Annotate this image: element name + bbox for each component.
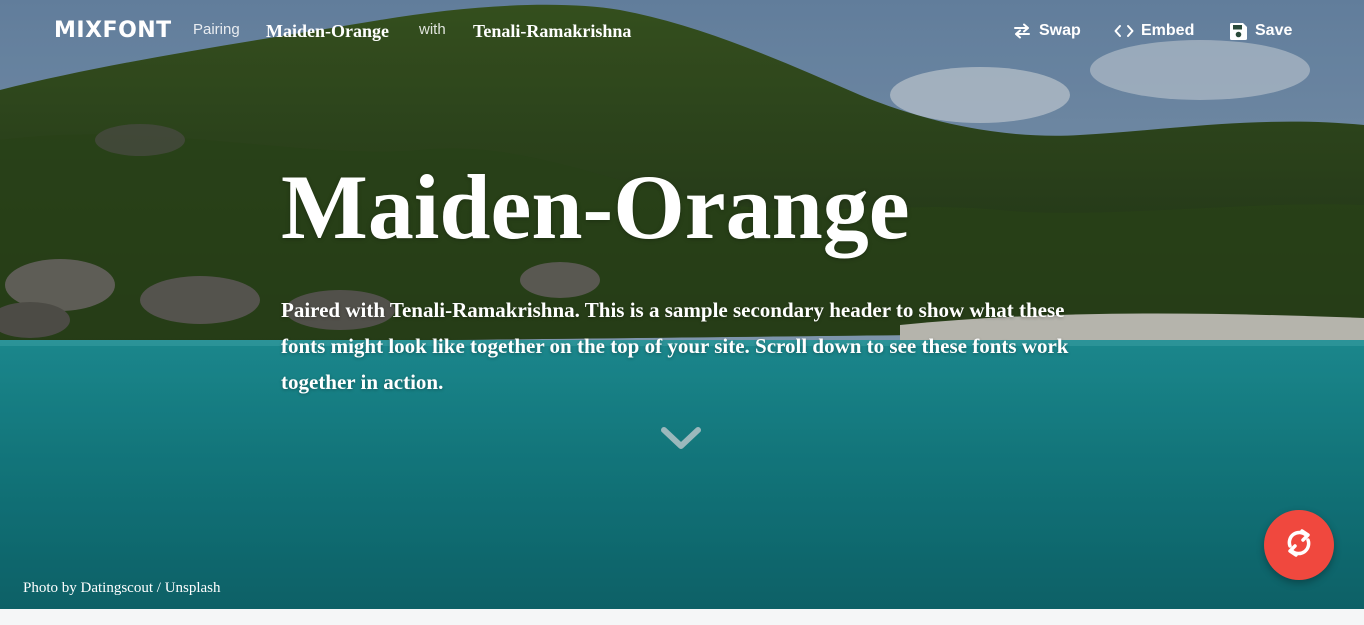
save-button-label: Save: [1255, 22, 1293, 39]
hero-section: MIXFONT Pairing Maiden-Orange with Tenal…: [0, 0, 1364, 609]
swap-button-label: Swap: [1039, 22, 1081, 39]
photo-credit: Photo by Datingscout / Unsplash: [23, 580, 221, 597]
secondary-font-link[interactable]: Tenali-Ramakrishna: [473, 21, 631, 42]
swap-button[interactable]: Swap: [1012, 19, 1081, 43]
embed-button[interactable]: Embed: [1114, 19, 1194, 43]
refresh-icon: [1282, 526, 1316, 565]
photographer-link[interactable]: Datingscout: [81, 580, 154, 596]
chevron-down-icon: [660, 427, 702, 458]
swap-arrows-icon: [1012, 23, 1032, 39]
with-label: with: [419, 21, 446, 38]
scroll-down-button[interactable]: [660, 424, 702, 454]
mixfont-logo[interactable]: MIXFONT: [54, 18, 172, 43]
shuffle-fonts-button[interactable]: [1264, 510, 1334, 580]
hero-headline: Maiden-Orange: [281, 156, 910, 258]
top-navigation: MIXFONT Pairing Maiden-Orange with Tenal…: [0, 0, 1364, 62]
unsplash-link[interactable]: Unsplash: [165, 580, 221, 596]
primary-font-link[interactable]: Maiden-Orange: [266, 21, 389, 42]
credit-prefix: Photo by: [23, 580, 77, 596]
pairing-label: Pairing: [193, 21, 240, 38]
hero-subheadline: Paired with Tenali-Ramakrishna. This is …: [281, 298, 1069, 394]
code-icon: [1114, 23, 1134, 39]
floppy-disk-icon: [1229, 22, 1248, 41]
embed-button-label: Embed: [1141, 22, 1195, 39]
credit-separator: /: [156, 580, 161, 596]
save-button[interactable]: Save: [1229, 19, 1292, 43]
